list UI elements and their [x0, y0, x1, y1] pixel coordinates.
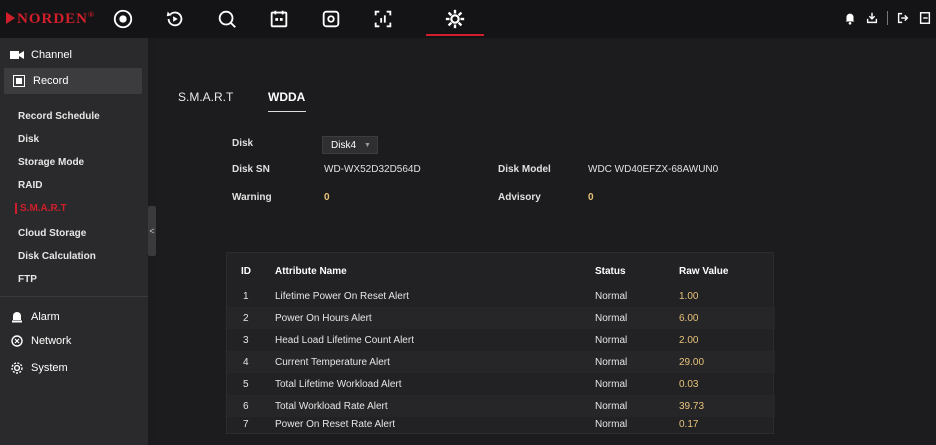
row-id: 6: [243, 401, 249, 412]
disk-label: Disk: [232, 138, 254, 149]
sidebar-item-record[interactable]: Record: [4, 68, 142, 94]
playback-icon[interactable]: [162, 6, 188, 32]
sidebar: Channel Record Record Schedule Disk Stor…: [0, 38, 148, 445]
disk-select[interactable]: Disk4 ▼: [322, 136, 378, 154]
row-id: 4: [243, 357, 249, 368]
row-attribute: Head Load Lifetime Count Alert: [275, 335, 414, 346]
system-icon: [10, 362, 24, 374]
row-raw-value: 6.00: [679, 313, 699, 324]
row-status: Normal: [595, 357, 628, 368]
sidebar-item-label: Record: [33, 75, 69, 87]
top-bar: NORDEN®: [0, 0, 936, 38]
row-attribute: Power On Hours Alert: [275, 313, 372, 324]
disk-model-value: WDC WD40EFZX-68AWUN0: [588, 164, 719, 175]
sidebar-subitem-raid[interactable]: RAID: [18, 180, 42, 191]
table-row: 2 Power On Hours Alert Normal 6.00: [227, 307, 775, 329]
row-id: 2: [243, 313, 249, 324]
row-raw-value: 2.00: [679, 335, 699, 346]
sidebar-subitem-ftp[interactable]: FTP: [18, 274, 37, 285]
table-row: 1 Lifetime Power On Reset Alert Normal 1…: [227, 285, 775, 307]
sidebar-item-label: Alarm: [31, 311, 60, 323]
warning-value: 0: [324, 192, 330, 203]
row-id: 1: [243, 291, 249, 302]
sidebar-item-channel[interactable]: Channel: [0, 44, 148, 66]
sidebar-subitem-smart[interactable]: S.M.A.R.T: [15, 203, 67, 214]
warning-label: Warning: [232, 192, 272, 203]
row-raw-value: 1.00: [679, 291, 699, 302]
advisory-value: 0: [588, 192, 594, 203]
table-row: 7 Power On Reset Rate Alert Normal 0.17: [227, 413, 775, 435]
camera-icon: [10, 49, 24, 61]
row-raw-value: 39.73: [679, 401, 705, 412]
sidebar-subitem-storage-mode[interactable]: Storage Mode: [18, 157, 84, 168]
row-status: Normal: [595, 291, 628, 302]
download-icon[interactable]: [865, 11, 879, 25]
advisory-label: Advisory: [498, 192, 541, 203]
table-row: 4 Current Temperature Alert Normal 29.00: [227, 351, 775, 373]
row-id: 7: [243, 419, 249, 430]
disk-select-value: Disk4: [331, 139, 357, 151]
divider: [887, 11, 888, 25]
active-tab-underline: [268, 111, 306, 112]
alarm-icon: [10, 311, 24, 323]
record-icon: [12, 75, 26, 87]
settings-icon[interactable]: [442, 6, 468, 32]
row-raw-value: 0.17: [679, 419, 699, 430]
calendar-icon[interactable]: [266, 6, 292, 32]
sidebar-subitem-record-schedule[interactable]: Record Schedule: [18, 111, 100, 122]
disk-sn-value: WD-WX52D32D564D: [324, 164, 421, 175]
storage-icon[interactable]: [318, 6, 344, 32]
sidebar-item-label: System: [31, 362, 68, 374]
row-attribute: Power On Reset Rate Alert: [275, 419, 396, 430]
row-attribute: Lifetime Power On Reset Alert: [275, 291, 409, 302]
active-nav-indicator: [426, 34, 484, 36]
row-status: Normal: [595, 379, 628, 390]
column-header-raw-value: Raw Value: [679, 266, 729, 277]
row-raw-value: 0.03: [679, 379, 699, 390]
sidebar-item-label: Channel: [31, 49, 72, 61]
row-attribute: Total Workload Rate Alert: [275, 401, 388, 412]
table-row: 3 Head Load Lifetime Count Alert Normal …: [227, 329, 775, 351]
divider: [0, 296, 148, 297]
search-icon[interactable]: [214, 6, 240, 32]
wdda-table: ID Attribute Name Status Raw Value 1 Lif…: [226, 252, 775, 435]
sidebar-subitem-disk[interactable]: Disk: [18, 134, 39, 145]
column-header-id: ID: [241, 266, 251, 277]
sidebar-item-network[interactable]: Network: [0, 330, 148, 352]
logout-icon[interactable]: [896, 11, 910, 25]
sidebar-collapse-handle[interactable]: <: [148, 206, 156, 256]
live-view-icon[interactable]: [110, 6, 136, 32]
exit-icon[interactable]: [918, 11, 932, 25]
table-row: 5 Total Lifetime Workload Alert Normal 0…: [227, 373, 775, 395]
disk-model-label: Disk Model: [498, 164, 551, 175]
row-status: Normal: [595, 419, 628, 430]
sidebar-item-alarm[interactable]: Alarm: [0, 306, 148, 328]
row-id: 5: [243, 379, 249, 390]
sidebar-subitem-cloud-storage[interactable]: Cloud Storage: [18, 228, 86, 239]
row-status: Normal: [595, 335, 628, 346]
tab-wdda[interactable]: WDDA: [268, 90, 305, 104]
chevron-down-icon: ▼: [364, 141, 371, 149]
row-attribute: Current Temperature Alert: [275, 357, 390, 368]
disk-sn-label: Disk SN: [232, 164, 270, 175]
row-attribute: Total Lifetime Workload Alert: [275, 379, 402, 390]
tab-smart[interactable]: S.M.A.R.T: [178, 90, 233, 104]
analytics-icon[interactable]: [370, 6, 396, 32]
sidebar-item-label: Network: [31, 335, 72, 347]
sidebar-item-system[interactable]: System: [0, 357, 148, 379]
main-content: S.M.A.R.T WDDA Disk Disk4 ▼ Disk SN WD-WX…: [158, 38, 936, 445]
column-header-attribute: Attribute Name: [275, 266, 347, 277]
brand-logo: NORDEN®: [6, 10, 95, 28]
sidebar-subitem-disk-calculation[interactable]: Disk Calculation: [18, 251, 96, 262]
network-icon: [10, 335, 24, 347]
row-status: Normal: [595, 313, 628, 324]
row-id: 3: [243, 335, 249, 346]
column-header-status: Status: [595, 266, 626, 277]
row-status: Normal: [595, 401, 628, 412]
row-raw-value: 29.00: [679, 357, 705, 368]
bell-icon[interactable]: [843, 11, 857, 25]
